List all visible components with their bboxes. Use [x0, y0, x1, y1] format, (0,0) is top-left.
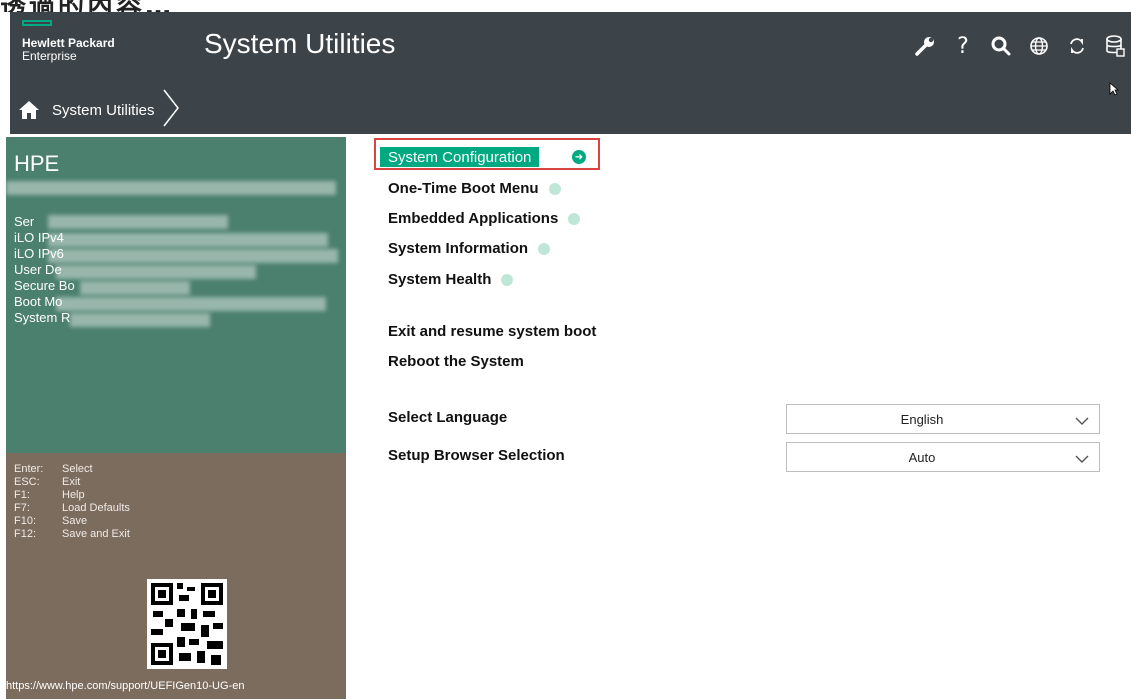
- select-language-label: Select Language: [388, 409, 508, 426]
- refresh-icon[interactable]: [1065, 34, 1089, 58]
- header: Hewlett Packard Enterprise System Utilit…: [10, 12, 1131, 134]
- brand-line1: Hewlett Packard: [22, 36, 115, 50]
- database-icon[interactable]: [1103, 34, 1127, 58]
- key-row: F10: Save: [14, 515, 87, 527]
- key-action: Exit: [62, 476, 81, 488]
- support-url: https://www.hpe.com/support/UEFIGen10-UG…: [6, 680, 245, 692]
- menu-label: System Information: [388, 240, 529, 257]
- info-line: Secure Bo: [14, 278, 75, 293]
- info-line: iLO IPv4: [14, 230, 64, 245]
- browser-value: Auto: [908, 450, 936, 465]
- key-name: ESC:: [14, 476, 40, 488]
- arrow-right-icon: [548, 182, 561, 195]
- browser-dropdown[interactable]: Auto: [786, 442, 1100, 472]
- key-row: F1: Help: [14, 489, 85, 501]
- key-name: F7:: [14, 502, 30, 514]
- key-action: Select: [62, 463, 93, 475]
- arrow-right-icon: [501, 273, 514, 286]
- key-name: Enter:: [14, 463, 44, 475]
- chevron-down-icon: [1075, 413, 1089, 431]
- breadcrumb-system-utilities[interactable]: System Utilities: [52, 102, 155, 119]
- top-strip: 透過的內容…: [0, 0, 1131, 12]
- redacted-text: [56, 265, 256, 279]
- redacted-text: [70, 313, 210, 327]
- menu-label: System Health: [388, 271, 492, 288]
- logo-bar: [22, 20, 52, 26]
- chevron-down-icon: [1075, 451, 1089, 469]
- key-row: F7: Load Defaults: [14, 502, 130, 514]
- menu-system-configuration[interactable]: System Configuration: [380, 147, 540, 167]
- info-line: Ser: [14, 214, 35, 229]
- redacted-text: [48, 233, 328, 247]
- arrow-right-icon: [538, 242, 551, 255]
- info-line: User De: [14, 262, 62, 277]
- menu-embedded-applications[interactable]: Embedded Applications: [388, 210, 581, 227]
- key-action: Help: [62, 489, 85, 501]
- key-action: Save and Exit: [62, 528, 130, 540]
- hpe-logo: Hewlett Packard Enterprise: [22, 20, 172, 80]
- toolbar: ?: [913, 34, 1127, 59]
- menu-label: One-Time Boot Menu: [388, 180, 539, 197]
- info-line: System R: [14, 310, 71, 325]
- chevron-right-icon: [161, 88, 181, 133]
- redacted-text: [48, 215, 228, 229]
- exit-resume-boot[interactable]: Exit and resume system boot: [388, 323, 596, 340]
- menu-label: Embedded Applications: [388, 210, 559, 227]
- redacted-text: [56, 297, 326, 311]
- help-icon[interactable]: ?: [951, 34, 975, 59]
- info-line: Boot Mo: [14, 294, 63, 309]
- key-row: F12: Save and Exit: [14, 528, 130, 540]
- key-action: Save: [62, 515, 88, 527]
- redacted-text: [80, 281, 190, 295]
- key-legend-panel: Enter: Select ESC: Exit F1: Help F7: Load De…: [6, 453, 346, 699]
- panel-title: HPE: [14, 151, 60, 176]
- key-action: Load Defaults: [62, 502, 130, 514]
- breadcrumb: System Utilities: [18, 89, 181, 128]
- key-name: F10:: [14, 515, 37, 527]
- redacted-text: [48, 249, 338, 263]
- menu-system-information[interactable]: System Information: [388, 240, 551, 257]
- key-name: F1:: [14, 489, 30, 501]
- arrow-right-icon: ➜: [572, 150, 586, 164]
- search-icon[interactable]: [989, 34, 1013, 58]
- key-row: ESC: Exit: [14, 476, 80, 488]
- menu-one-time-boot[interactable]: One-Time Boot Menu: [388, 180, 561, 197]
- mouse-pointer-icon: [1109, 82, 1120, 101]
- system-info-panel: HPE Ser iLO IPv4 iLO IPv6 User De Secure…: [6, 137, 346, 453]
- key-row: Enter: Select: [14, 463, 93, 475]
- cropped-caption: 透過的內容…: [0, 0, 174, 12]
- wrench-icon[interactable]: [913, 34, 937, 58]
- redacted-text: [6, 181, 336, 195]
- reboot-system[interactable]: Reboot the System: [388, 353, 524, 370]
- arrow-right-icon: [568, 212, 581, 225]
- browser-selection-label: Setup Browser Selection: [388, 447, 565, 464]
- app-title: System Utilities: [204, 28, 396, 59]
- globe-icon[interactable]: [1027, 34, 1051, 58]
- language-value: English: [900, 412, 944, 427]
- home-icon[interactable]: [18, 99, 40, 121]
- qr-code: [147, 579, 227, 669]
- key-name: F12:: [14, 528, 37, 540]
- info-line: iLO IPv6: [14, 246, 64, 261]
- language-dropdown[interactable]: English: [786, 404, 1100, 434]
- brand-line2: Enterprise: [22, 49, 77, 63]
- menu-system-health[interactable]: System Health: [388, 271, 514, 288]
